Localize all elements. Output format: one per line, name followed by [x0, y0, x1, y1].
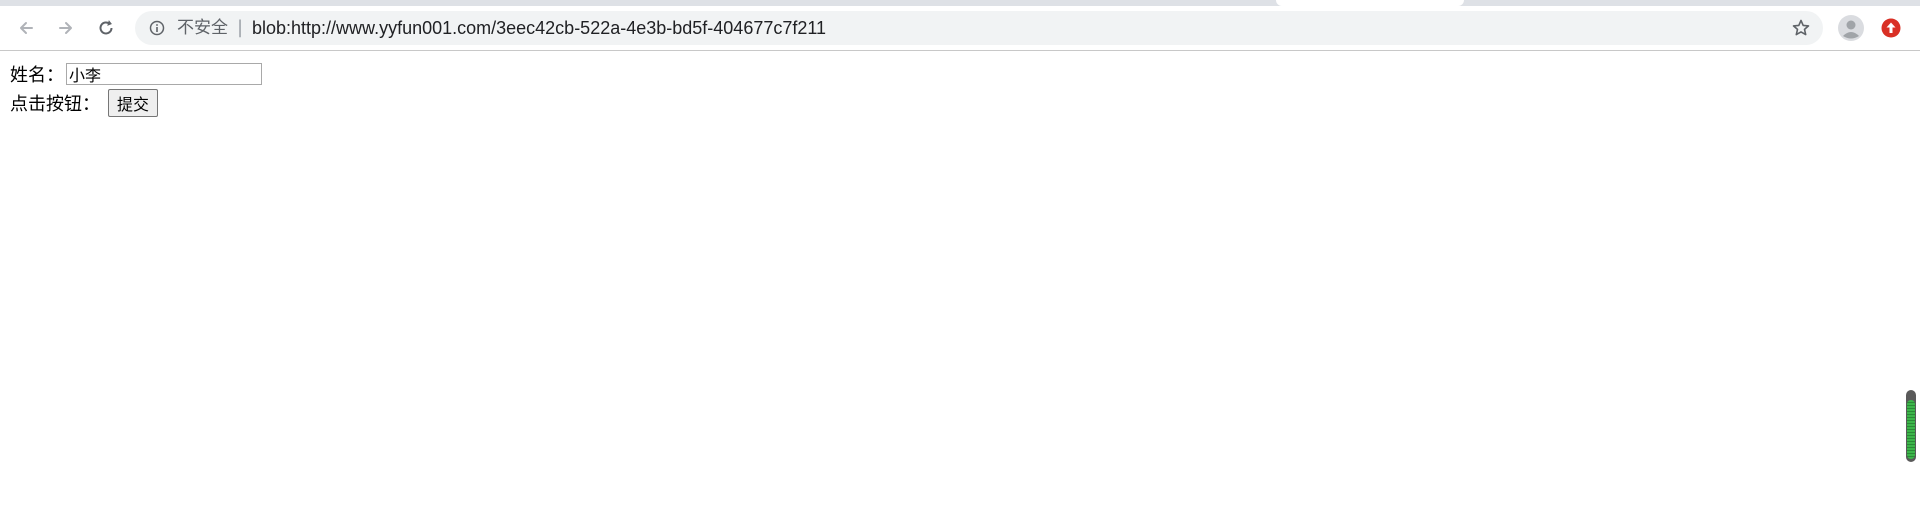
update-icon[interactable] [1881, 18, 1901, 38]
info-icon[interactable] [149, 20, 165, 36]
forward-button[interactable] [52, 14, 80, 42]
back-arrow-icon [20, 22, 33, 34]
browser-window: 不安全 | blob:http://www.yyfun001.com/3eec4… [0, 0, 1920, 523]
side-level-fill [1907, 400, 1915, 459]
side-level-widget[interactable] [1906, 390, 1916, 462]
name-input[interactable] [66, 63, 262, 85]
reload-button[interactable] [92, 14, 120, 42]
star-icon[interactable] [1791, 18, 1811, 38]
submit-button[interactable]: 提交 [108, 89, 159, 117]
profile-icon[interactable] [1837, 14, 1865, 42]
back-button[interactable] [12, 14, 40, 42]
name-row: 姓名： [10, 61, 262, 87]
forward-arrow-icon [59, 22, 72, 34]
browser-toolbar: 不安全 | blob:http://www.yyfun001.com/3eec4… [0, 6, 1920, 51]
url-text[interactable]: blob:http://www.yyfun001.com/3eec42cb-52… [252, 18, 826, 38]
reload-icon [99, 20, 113, 35]
separator: | [237, 17, 244, 38]
submit-row: 点击按钮： 提交 [10, 89, 159, 117]
page-content: 姓名： 点击按钮： 提交 [0, 51, 1920, 523]
submit-label: 点击按钮： [10, 94, 100, 115]
name-label: 姓名： [10, 65, 64, 86]
security-label[interactable]: 不安全 [177, 19, 228, 37]
address-bar[interactable]: 不安全 | blob:http://www.yyfun001.com/3eec4… [135, 11, 1823, 45]
